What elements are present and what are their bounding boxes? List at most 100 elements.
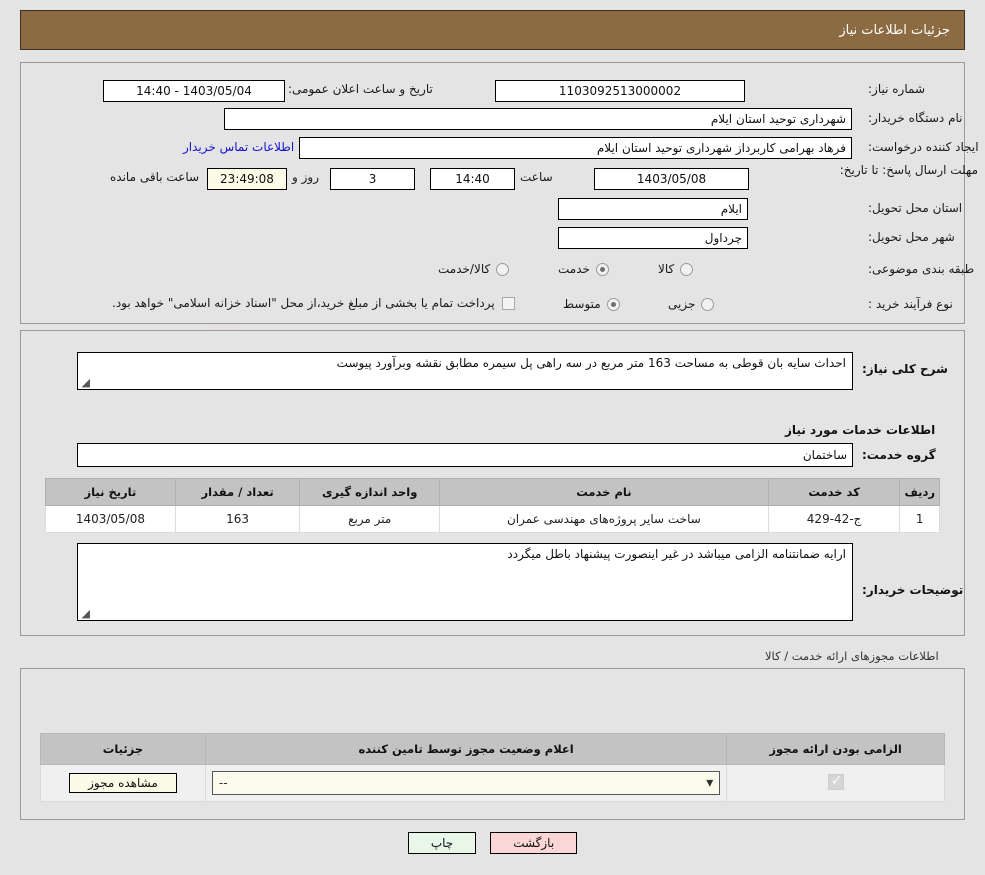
- buyer-notes-text: ارایه ضمانتنامه الزامی میباشد در غیر این…: [507, 547, 846, 561]
- province-field: ایلام: [558, 198, 748, 220]
- remaining-days-field: 3: [330, 168, 415, 190]
- city-row: شهر محل تحویل:: [868, 230, 955, 244]
- process-label: نوع فرآیند خرید :: [868, 297, 953, 311]
- buyer-org-label: نام دستگاه خریدار:: [868, 111, 963, 125]
- service-group-field: ساختمان: [77, 443, 853, 467]
- creator-field: فرهاد بهرامی کاربرداز شهرداری توحید استا…: [299, 137, 852, 159]
- services-header-row: ردیف کد خدمت نام خدمت واحد اندازه گیری ت…: [45, 478, 940, 506]
- category-label-kala-khedmat: کالا/خدمت: [438, 262, 491, 276]
- deadline-row: مهلت ارسال پاسخ: تا تاریخ:: [840, 162, 978, 178]
- licenses-table-head: الزامی بودن ارائه مجوز اعلام وضعیت مجوز …: [40, 733, 945, 765]
- cell-qty: 163: [174, 505, 301, 533]
- category-radio-kala[interactable]: [680, 262, 694, 276]
- category-label: طبقه بندی موضوعی:: [868, 262, 975, 276]
- services-table-body: 1 ج-42-429 ساخت سایر پروژه‌های مهندسی عم…: [45, 505, 940, 533]
- services-section-title: اطلاعات خدمات مورد نیاز: [785, 423, 936, 437]
- countdown-suffix-row: ساعت باقی مانده: [110, 170, 199, 184]
- deadline-date-value: 1403/05/08: [636, 172, 707, 186]
- resize-grip-icon[interactable]: ◢: [80, 377, 90, 388]
- description-textarea[interactable]: احداث سایه بان قوطی به مساحت 163 متر مرب…: [77, 352, 853, 390]
- cell-index: 1: [899, 505, 940, 533]
- countdown-timer: 23:49:08: [207, 168, 287, 190]
- service-group-label: گروه خدمت:: [862, 448, 936, 462]
- col-code: کد خدمت: [767, 478, 901, 506]
- process-option-motavaset[interactable]: متوسط: [563, 297, 620, 311]
- page-title-bar: جزئیات اطلاعات نیاز: [20, 10, 965, 50]
- need-number-field: 1103092513000002: [495, 80, 745, 102]
- category-option-khedmat[interactable]: خدمت: [558, 262, 609, 276]
- buyer-org-value: شهرداری توحید استان ایلام: [710, 112, 846, 126]
- col-required: الزامی بودن ارائه مجوز: [726, 733, 945, 765]
- category-row: طبقه بندی موضوعی:: [868, 262, 974, 276]
- cell-code: ج-42-429: [767, 505, 901, 533]
- days-unit-row: روز و: [292, 170, 319, 184]
- creator-row: ایجاد کننده درخواست:: [868, 140, 979, 154]
- col-unit: واحد اندازه گیری: [299, 478, 440, 506]
- category-radio-khedmat[interactable]: [595, 262, 609, 276]
- category-option-kala-khedmat[interactable]: کالا/خدمت: [438, 262, 510, 276]
- hour-label-row: ساعت: [520, 170, 553, 184]
- page-root: ✓ AriaTender.net جزئیات اطلاعات نیاز شما…: [0, 0, 985, 875]
- city-field: چرداول: [558, 227, 748, 249]
- cell-date: 1403/05/08: [45, 505, 176, 533]
- service-group-value: ساختمان: [802, 448, 847, 462]
- category-radio-kala-khedmat[interactable]: [496, 262, 510, 276]
- services-table: ردیف کد خدمت نام خدمت واحد اندازه گیری ت…: [45, 478, 940, 533]
- category-label-kala: کالا: [658, 262, 675, 276]
- buyer-org-field: شهرداری توحید استان ایلام: [224, 108, 852, 130]
- cell-details: مشاهده مجوز: [40, 764, 206, 802]
- buyer-contact-link[interactable]: اطلاعات تماس خریدار: [183, 140, 294, 154]
- category-label-khedmat: خدمت: [558, 262, 590, 276]
- treasury-checkbox[interactable]: [501, 296, 515, 310]
- city-value: چرداول: [704, 231, 742, 245]
- view-license-button[interactable]: مشاهده مجوز: [69, 773, 177, 793]
- cell-status: ▾ --: [204, 764, 728, 802]
- description-label: شرح کلی نیاز:: [862, 362, 948, 376]
- resize-grip-icon-2[interactable]: ◢: [80, 608, 90, 619]
- city-label: شهر محل تحویل:: [868, 230, 955, 244]
- print-button[interactable]: چاپ: [407, 832, 477, 854]
- contact-link-row[interactable]: اطلاعات تماس خریدار: [183, 140, 294, 154]
- buyer-notes-label: توضیحات خریدار:: [862, 583, 964, 597]
- deadline-hour-label: ساعت: [520, 170, 553, 184]
- licenses-header-row: الزامی بودن ارائه مجوز اعلام وضعیت مجوز …: [40, 733, 945, 765]
- announce-date-value: 1403/05/04 - 14:40: [136, 84, 252, 98]
- creator-value: فرهاد بهرامی کاربرداز شهرداری توحید استا…: [596, 141, 846, 155]
- province-label: استان محل تحویل:: [868, 201, 963, 215]
- chevron-down-icon: ▾: [706, 775, 714, 791]
- table-row: 1 ج-42-429 ساخت سایر پروژه‌های مهندسی عم…: [45, 505, 940, 533]
- buyer-notes-textarea[interactable]: ارایه ضمانتنامه الزامی میباشد در غیر این…: [77, 543, 853, 621]
- process-radio-motavaset[interactable]: [606, 297, 620, 311]
- need-number-value: 1103092513000002: [558, 84, 682, 98]
- need-number-label: شماره نیاز:: [868, 82, 925, 96]
- cell-name: ساخت سایر پروژه‌های مهندسی عمران: [438, 505, 769, 533]
- back-button[interactable]: بازگشت: [490, 832, 578, 854]
- license-status-select[interactable]: ▾ --: [211, 771, 721, 795]
- countdown-suffix-label: ساعت باقی مانده: [110, 170, 200, 184]
- process-option-jozii[interactable]: جزیی: [668, 297, 715, 311]
- col-date: تاریخ نیاز: [45, 478, 176, 506]
- province-value: ایلام: [720, 202, 742, 216]
- announce-date-field: 1403/05/04 - 14:40: [103, 80, 285, 102]
- process-row: نوع فرآیند خرید :: [868, 297, 953, 311]
- footer-actions: بازگشت چاپ: [0, 832, 985, 854]
- announce-date-label: تاریخ و ساعت اعلان عمومی:: [288, 82, 433, 96]
- cell-required: [726, 764, 945, 802]
- col-qty: تعداد / مقدار: [174, 478, 301, 506]
- col-name: نام خدمت: [438, 478, 769, 506]
- announce-label-row: تاریخ و ساعت اعلان عمومی:: [288, 82, 433, 96]
- description-text: احداث سایه بان قوطی به مساحت 163 متر مرب…: [336, 356, 846, 370]
- license-required-checkbox: [827, 773, 844, 790]
- page-title: جزئیات اطلاعات نیاز: [839, 22, 950, 38]
- treasury-checkbox-row[interactable]: پرداخت تمام یا بخشی از مبلغ خرید،از محل …: [112, 296, 515, 310]
- category-option-kala[interactable]: کالا: [658, 262, 694, 276]
- process-label-jozii: جزیی: [668, 297, 696, 311]
- col-details: جزئیات: [40, 733, 206, 765]
- process-radio-jozii[interactable]: [701, 297, 715, 311]
- need-number-row: شماره نیاز:: [868, 82, 925, 96]
- process-label-motavaset: متوسط: [563, 297, 601, 311]
- creator-label: ایجاد کننده درخواست:: [868, 140, 979, 154]
- remaining-days-value: 3: [368, 172, 377, 186]
- services-table-head: ردیف کد خدمت نام خدمت واحد اندازه گیری ت…: [45, 478, 940, 506]
- licenses-table: الزامی بودن ارائه مجوز اعلام وضعیت مجوز …: [40, 733, 945, 802]
